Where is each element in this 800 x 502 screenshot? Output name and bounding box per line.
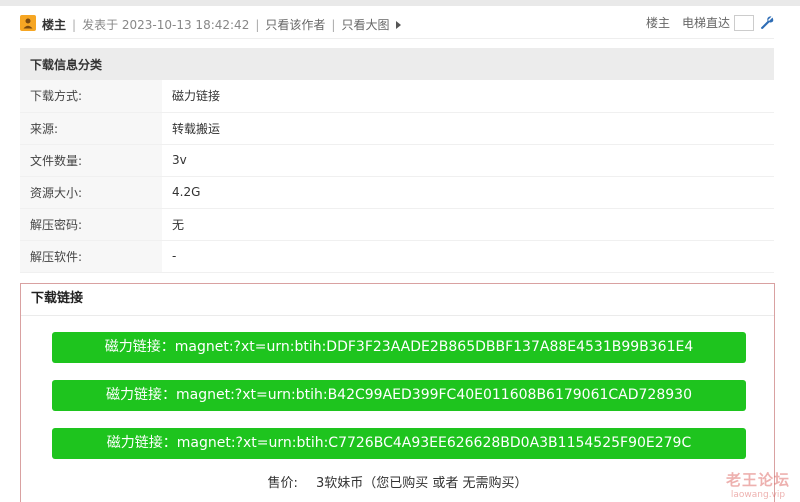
table-row: 解压密码: 无 — [20, 208, 774, 240]
row-key: 文件数量: — [20, 144, 162, 176]
price-value: 3软妹币（您已购买 或者 无需购买） — [315, 476, 528, 491]
row-value: 4.2G — [172, 185, 201, 199]
author-badge[interactable]: 楼主 — [42, 16, 66, 33]
price-line: 售价: 3软妹币（您已购买 或者 无需购买） — [21, 472, 774, 491]
row-value: 转载搬运 — [172, 121, 221, 136]
magnet-link-button[interactable]: 磁力链接：magnet:?xt=urn:btih:B42C99AED399FC4… — [52, 380, 746, 411]
row-key: 下载方式: — [20, 80, 162, 112]
row-value: 无 — [172, 217, 185, 232]
row-key: 资源大小: — [20, 176, 162, 208]
row-key: 来源: — [20, 112, 162, 144]
table-row: 来源: 转载搬运 — [20, 112, 774, 144]
floor-controls: 楼主 电梯直达 — [646, 14, 774, 31]
download-info-table: 下载信息分类 下载方式: 磁力链接 来源: 转载搬运 文件数量: 3v 资源大小… — [20, 48, 774, 273]
separator: | — [331, 17, 336, 32]
avatar[interactable] — [20, 15, 36, 31]
user-icon — [23, 18, 33, 29]
row-key: 解压密码: — [20, 208, 162, 240]
watermark-title: 老王论坛 — [725, 471, 790, 489]
magnet-link-button[interactable]: 磁力链接：magnet:?xt=urn:btih:DDF3F23AADE2B86… — [52, 332, 746, 363]
wrench-icon[interactable] — [760, 15, 774, 30]
info-table-header: 下载信息分类 — [20, 48, 774, 80]
play-arrow-icon[interactable] — [396, 20, 402, 29]
separator: | — [255, 17, 260, 32]
top-divider-bar — [0, 0, 800, 6]
only-author-link[interactable]: 只看该作者 — [265, 16, 325, 33]
separator: | — [72, 17, 77, 32]
floor-label: 楼主 — [645, 16, 670, 30]
info-table-title: 下载信息分类 — [30, 57, 103, 72]
download-links-title: 下载链接 — [21, 284, 774, 316]
magnet-link-button[interactable]: 磁力链接：magnet:?xt=urn:btih:C7726BC4A93EE62… — [52, 428, 746, 459]
download-links-box: 下载链接 磁力链接：magnet:?xt=urn:btih:DDF3F23AAD… — [20, 283, 775, 502]
post-meta: 楼主 | 发表于 2023-10-13 18:42:42 | 只看该作者 | 只… — [42, 16, 402, 33]
post-header-bar: 楼主 | 发表于 2023-10-13 18:42:42 | 只看该作者 | 只… — [20, 12, 774, 36]
floor-number-input[interactable] — [734, 14, 754, 31]
row-value: 3v — [172, 153, 187, 167]
watermark-url: laowang.vip — [730, 490, 786, 500]
row-value: 磁力链接 — [172, 89, 221, 104]
table-row: 解压软件: - — [20, 240, 774, 272]
post-date: 发表于 2023-10-13 18:42:42 — [82, 18, 250, 32]
header-divider — [20, 38, 774, 39]
table-row: 文件数量: 3v — [20, 144, 774, 176]
only-big-image-link[interactable]: 只看大图 — [341, 16, 389, 33]
jump-to-floor-label: 电梯直达 — [681, 16, 730, 30]
price-label: 售价: — [267, 476, 298, 491]
site-watermark: 老王论坛 laowang.vip — [726, 469, 790, 500]
table-row: 资源大小: 4.2G — [20, 176, 774, 208]
row-key: 解压软件: — [20, 240, 162, 272]
table-row: 下载方式: 磁力链接 — [20, 80, 774, 112]
row-value: - — [172, 249, 177, 263]
